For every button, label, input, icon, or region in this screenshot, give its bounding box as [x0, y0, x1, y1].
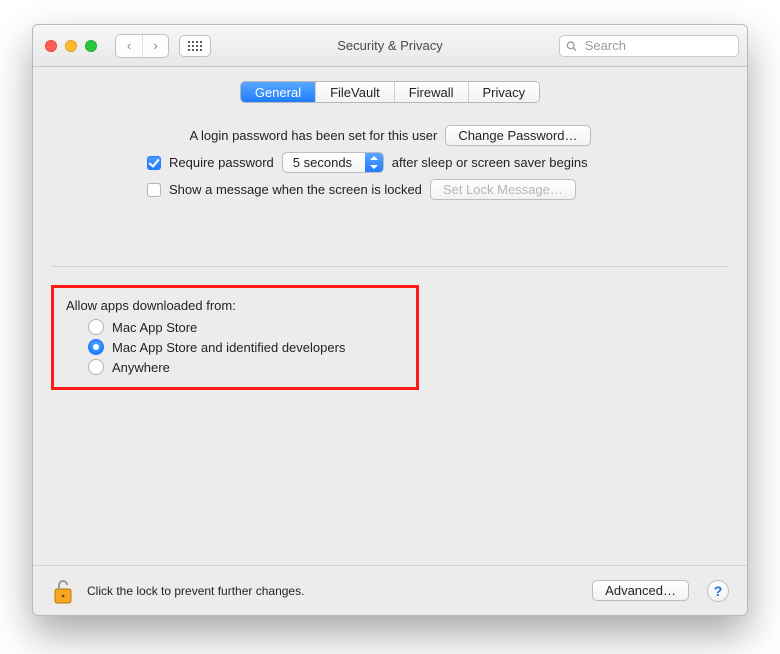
- tab-filevault[interactable]: FileVault: [315, 82, 394, 102]
- radio-mas-identified-label: Mac App Store and identified developers: [112, 340, 345, 355]
- login-section: A login password has been set for this u…: [51, 103, 729, 220]
- search-icon: [566, 40, 577, 52]
- set-lock-message-button[interactable]: Set Lock Message…: [430, 179, 576, 200]
- tabs-container: General FileVault Firewall Privacy: [33, 81, 747, 103]
- grid-icon: [188, 41, 202, 51]
- search-field[interactable]: [559, 35, 739, 57]
- titlebar: ‹ › Security & Privacy: [33, 25, 747, 67]
- tab-privacy[interactable]: Privacy: [468, 82, 540, 102]
- stepper-icon: [365, 153, 383, 172]
- nav-back-forward: ‹ ›: [115, 34, 169, 58]
- footer-bar: Click the lock to prevent further change…: [33, 565, 747, 615]
- security-privacy-window: ‹ › Security & Privacy General FileVault…: [32, 24, 748, 616]
- radio-mac-app-store-label: Mac App Store: [112, 320, 197, 335]
- traffic-lights: [45, 40, 97, 52]
- require-password-delay-value: 5 seconds: [293, 155, 352, 170]
- gatekeeper-option-anywhere: Anywhere: [88, 359, 416, 375]
- require-password-label: Require password: [169, 155, 274, 170]
- radio-mac-app-store[interactable]: [88, 319, 104, 335]
- help-button[interactable]: ?: [707, 580, 729, 602]
- general-pane: A login password has been set for this u…: [33, 103, 747, 410]
- require-password-row: Require password 5 seconds after sleep o…: [147, 152, 729, 173]
- show-all-button[interactable]: [179, 35, 211, 57]
- radio-anywhere[interactable]: [88, 359, 104, 375]
- search-input[interactable]: [583, 37, 732, 54]
- radio-anywhere-label: Anywhere: [112, 360, 170, 375]
- show-lock-message-label: Show a message when the screen is locked: [169, 182, 422, 197]
- require-password-delay-popup[interactable]: 5 seconds: [282, 152, 384, 173]
- gatekeeper-option-mas: Mac App Store: [88, 319, 416, 335]
- tab-firewall[interactable]: Firewall: [394, 82, 468, 102]
- zoom-button[interactable]: [85, 40, 97, 52]
- gatekeeper-section: Allow apps downloaded from: Mac App Stor…: [51, 267, 729, 410]
- lock-hint-text: Click the lock to prevent further change…: [87, 584, 304, 598]
- unlock-icon[interactable]: [51, 577, 75, 605]
- preference-tabs: General FileVault Firewall Privacy: [240, 81, 540, 103]
- after-sleep-label: after sleep or screen saver begins: [392, 155, 588, 170]
- gatekeeper-title: Allow apps downloaded from:: [66, 298, 416, 313]
- password-set-label: A login password has been set for this u…: [189, 128, 437, 143]
- password-set-row: A login password has been set for this u…: [51, 125, 729, 146]
- change-password-button[interactable]: Change Password…: [445, 125, 590, 146]
- lock-message-row: Show a message when the screen is locked…: [147, 179, 729, 200]
- gatekeeper-highlight-box: Allow apps downloaded from: Mac App Stor…: [51, 285, 419, 390]
- require-password-checkbox[interactable]: [147, 156, 161, 170]
- advanced-button[interactable]: Advanced…: [592, 580, 689, 601]
- back-button[interactable]: ‹: [116, 35, 142, 57]
- gatekeeper-option-mas-identified: Mac App Store and identified developers: [88, 339, 416, 355]
- tab-general[interactable]: General: [241, 82, 315, 102]
- minimize-button[interactable]: [65, 40, 77, 52]
- forward-button[interactable]: ›: [142, 35, 168, 57]
- close-button[interactable]: [45, 40, 57, 52]
- radio-mas-identified[interactable]: [88, 339, 104, 355]
- show-lock-message-checkbox[interactable]: [147, 183, 161, 197]
